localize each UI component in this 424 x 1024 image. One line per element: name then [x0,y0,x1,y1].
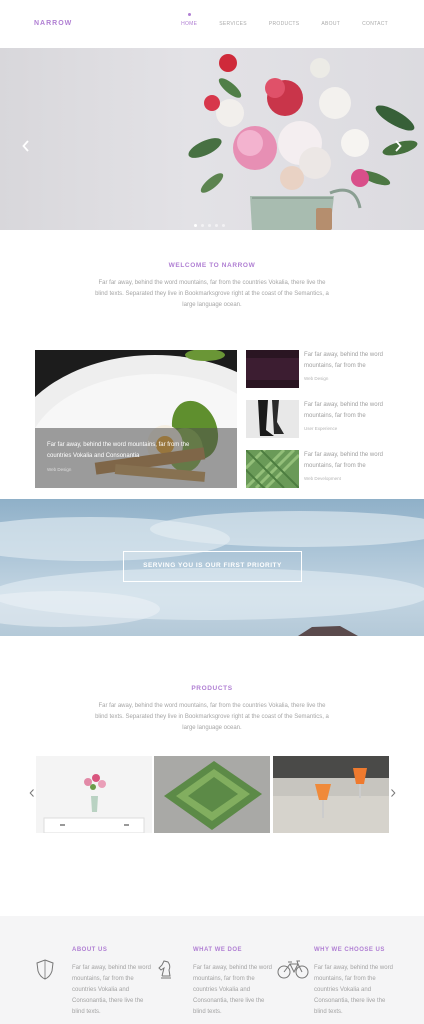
welcome-title: WELCOME TO NARROW [168,262,256,269]
thumb-pattern-image [246,450,299,488]
nav-item-about[interactable]: ABOUT [321,21,340,27]
feature-item-text: Far far away, behind the word mountains,… [304,452,383,469]
slide-dot-4[interactable] [215,224,218,227]
product-drinks-image [273,756,389,833]
feature-thumb-1 [246,350,299,388]
hero-next-button[interactable] [392,140,404,154]
product-card-1[interactable] [36,756,152,833]
chevron-left-icon [22,140,29,152]
nav-item-home[interactable]: HOME [181,13,198,27]
feature-thumb-3 [246,450,299,488]
nav-label: SERVICES [219,21,247,27]
footer-col-what: WHAT WE DOE Far far away, behind the wor… [155,916,275,1024]
site-logo[interactable]: NARROW [34,20,72,27]
slide-dot-3[interactable] [208,224,211,227]
feature-main-card[interactable]: Far far away, behind the word mountains,… [35,350,237,488]
nav-label: HOME [181,21,198,27]
chess-knight-icon [158,960,171,979]
site-header: NARROW HOME SERVICES PRODUCTS ABOUT CONT… [0,0,424,48]
slide-dot-5[interactable] [222,224,225,227]
feature-item-tag: User Experience [304,426,338,431]
products-title: PRODUCTS [191,685,233,692]
bicycle-icon [277,960,309,979]
chevron-right-icon [395,140,402,152]
priority-button[interactable]: SERVING YOU IS OUR FIRST PRIORITY [123,551,302,582]
feature-item-tag: Web Design [304,376,329,381]
feature-item-2[interactable]: Far far away, behind the word mountains,… [246,400,396,438]
feature-item-text: Far far away, behind the word mountains,… [304,352,383,369]
feature-main-caption: Far far away, behind the word mountains,… [47,442,190,459]
welcome-text: Far far away, behind the word mountains,… [95,280,329,308]
feature-item-tag: Web Development [304,476,341,481]
hero-flower-image [188,54,418,230]
products-prev-button[interactable] [29,789,35,799]
chevron-right-icon [391,789,396,797]
site-footer: ABOUT US Far far away, behind the word m… [0,916,424,1024]
nav-label: ABOUT [321,21,341,27]
hero-pagination [194,224,225,227]
product-pattern-image [154,756,270,833]
nav-item-contact[interactable]: CONTACT [362,21,388,27]
product-card-3[interactable] [273,756,389,833]
slide-dot-2[interactable] [201,224,204,227]
footer-text: Far far away, behind the word mountains,… [72,965,151,1015]
shield-icon [36,959,54,980]
footer-text: Far far away, behind the word mountains,… [314,965,393,1015]
feature-item-text: Far far away, behind the word mountains,… [304,402,383,419]
nav-item-products[interactable]: PRODUCTS [269,21,299,27]
hero-prev-button[interactable] [20,140,32,154]
footer-title: WHAT WE DOE [193,947,243,953]
feature-thumb-2 [246,400,299,438]
footer-col-about: ABOUT US Far far away, behind the word m… [34,916,154,1024]
main-nav: HOME SERVICES PRODUCTS ABOUT CONTACT [159,13,388,27]
feature-item-3[interactable]: Far far away, behind the word mountains,… [246,450,396,488]
slide-dot-1[interactable] [194,224,197,227]
feature-main-tag: Web Design [47,467,72,472]
feature-item-1[interactable]: Far far away, behind the word mountains,… [246,350,396,388]
priority-banner: SERVING YOU IS OUR FIRST PRIORITY [0,499,424,636]
chevron-left-icon [29,789,34,797]
thumb-shoes-image [246,400,299,438]
nav-item-services[interactable]: SERVICES [219,21,247,27]
footer-title: ABOUT US [72,947,108,953]
active-indicator [187,13,191,16]
hero-slider [0,48,424,230]
footer-text: Far far away, behind the word mountains,… [193,965,272,1015]
product-card-2[interactable] [154,756,270,833]
products-text: Far far away, behind the word mountains,… [95,703,329,731]
footer-col-why: WHY WE CHOOSE US Far far away, behind th… [276,916,396,1024]
products-next-button[interactable] [390,789,396,799]
footer-title: WHY WE CHOOSE US [314,947,385,953]
thumb-dark-image [246,350,299,388]
nav-label: CONTACT [362,21,388,27]
product-vase-image [36,756,152,833]
nav-label: PRODUCTS [268,21,300,27]
